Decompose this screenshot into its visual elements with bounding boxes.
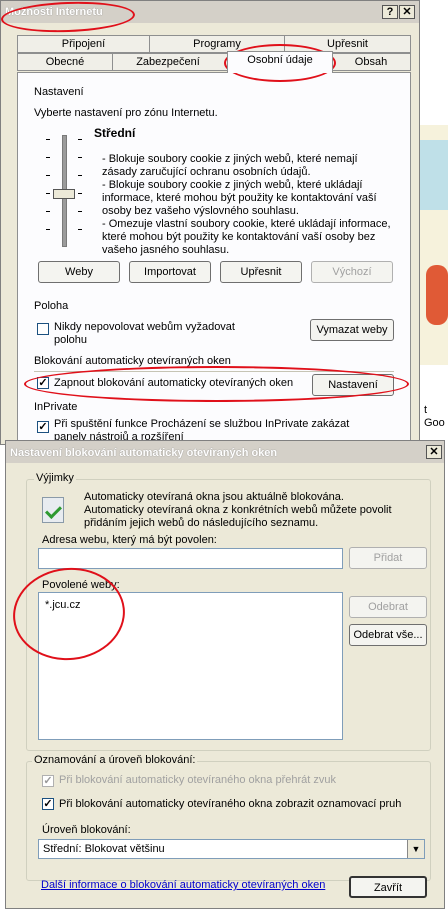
level-label: Úroveň blokování:: [42, 824, 131, 836]
privacy-slider[interactable]: [44, 135, 84, 247]
background-graphic-blue: [418, 140, 448, 210]
bar-checkbox-label: Při blokování automaticky otevíraného ok…: [59, 798, 402, 810]
tab-obsah[interactable]: Obsah: [331, 53, 411, 71]
tab-pripojeni[interactable]: Připojení: [17, 35, 150, 53]
level-select[interactable]: Střední: Blokovat většinu ▼: [38, 839, 425, 859]
background-graphic-red: [426, 265, 448, 325]
import-button[interactable]: Importovat: [129, 261, 211, 283]
tab-obecne[interactable]: Obecné: [17, 53, 113, 71]
tick-4: [46, 193, 50, 194]
popup-close-button[interactable]: ✕: [426, 445, 442, 459]
privacy-level: Střední: [94, 126, 136, 140]
tick-6r: [78, 229, 82, 230]
location-header: Poloha: [34, 300, 69, 312]
background-page: t Goo: [418, 0, 448, 440]
info-icon-check: [45, 502, 62, 519]
inprivate-checkbox[interactable]: ✓: [37, 421, 49, 433]
tick-5r: [78, 211, 82, 212]
help-button[interactable]: ?: [382, 5, 398, 19]
clear-sites-button[interactable]: Vymazat weby: [310, 319, 394, 341]
sound-checkbox-label: Při blokování automaticky otevíraného ok…: [59, 774, 336, 786]
bar-checkbox[interactable]: ✓: [42, 798, 54, 810]
level-select-value: Střední: Blokovat většinu: [43, 843, 165, 855]
inprivate-header: InPrivate: [34, 401, 78, 413]
location-checkbox-label: Nikdy nepovolovat webům vyžadovat polohu: [54, 321, 235, 346]
tick-1r: [78, 139, 82, 140]
sound-checkbox[interactable]: ✓: [42, 775, 54, 787]
address-input[interactable]: [38, 548, 343, 569]
popup-blocker-dialog: Nastavení blokování automaticky otevíran…: [5, 440, 445, 909]
tick-3: [46, 175, 50, 176]
tick-5: [46, 211, 50, 212]
tick-6: [46, 229, 50, 230]
tick-1: [46, 139, 50, 140]
tick-2: [46, 157, 50, 158]
info-icon: [42, 497, 64, 523]
popup-title-bar: Nastavení blokování automaticky otevíran…: [6, 441, 444, 463]
slider-thumb[interactable]: [53, 189, 75, 199]
location-checkbox[interactable]: [37, 323, 49, 335]
address-label: Adresa webu, který má být povolen:: [42, 534, 217, 546]
sites-button[interactable]: Weby: [38, 261, 120, 283]
privacy-desc-2: - Blokuje soubory cookie z jiných webů, …: [102, 179, 377, 217]
exceptions-label: Výjimky: [34, 472, 76, 484]
chevron-down-icon[interactable]: ▼: [407, 840, 424, 858]
close-button[interactable]: ✕: [399, 5, 415, 19]
info-text: Automaticky otevíraná okna jsou aktuálně…: [84, 491, 392, 529]
background-text-fragment: t Goo: [424, 404, 445, 429]
tick-4r: [78, 193, 82, 194]
tick-2r: [78, 157, 82, 158]
more-info-link[interactable]: Další informace o blokování automaticky …: [41, 879, 325, 892]
remove-all-button[interactable]: Odebrat vše...: [349, 624, 427, 646]
annotation-circle-popup: [24, 366, 409, 402]
close-dialog-button[interactable]: Zavřít: [349, 876, 427, 898]
tab-osobni-udaje[interactable]: Osobní údaje: [227, 51, 333, 73]
privacy-desc-3: - Omezuje vlastní soubory cookie, které …: [102, 218, 391, 256]
default-button[interactable]: Výchozí: [311, 261, 393, 283]
advanced-button[interactable]: Upřesnit: [220, 261, 302, 283]
settings-header: Nastavení: [34, 86, 84, 98]
add-button[interactable]: Přidat: [349, 547, 427, 569]
popup-dialog-title: Nastavení blokování automaticky otevíran…: [10, 447, 278, 459]
tab-zabezpeceni[interactable]: Zabezpečení: [112, 53, 224, 71]
notification-label: Oznamování a úroveň blokování:: [32, 754, 198, 766]
zone-text: Vyberte nastavení pro zónu Internetu.: [34, 107, 218, 119]
tick-3r: [78, 175, 82, 176]
privacy-desc-1: - Blokuje soubory cookie z jiných webů, …: [102, 153, 358, 178]
remove-button[interactable]: Odebrat: [349, 596, 427, 618]
